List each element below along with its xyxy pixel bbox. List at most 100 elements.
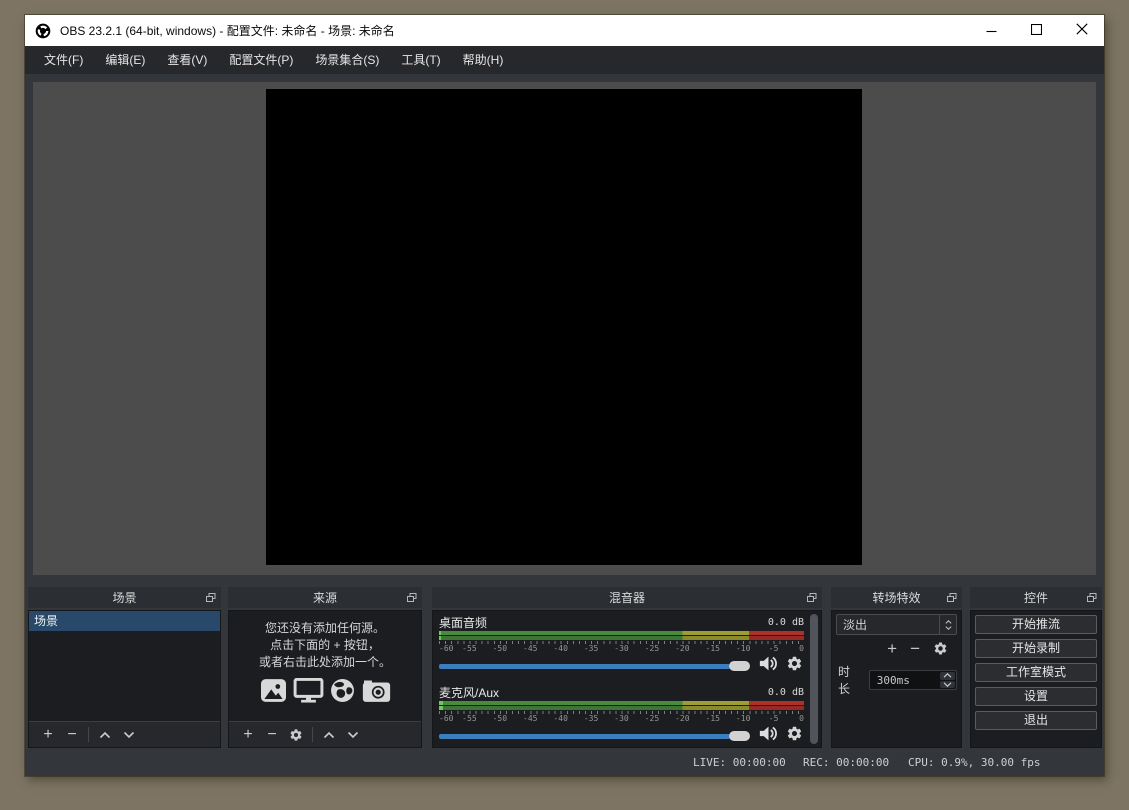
channel-name: 桌面音频	[439, 614, 768, 631]
title-bar[interactable]: OBS 23.2.1 (64-bit, windows) - 配置文件: 未命名…	[25, 15, 1104, 46]
menu-view[interactable]: 查看(V)	[156, 46, 218, 74]
menu-tools[interactable]: 工具(T)	[390, 46, 451, 74]
volume-slider[interactable]	[439, 655, 750, 677]
transition-select[interactable]: 淡出	[836, 614, 957, 635]
transitions-float-button[interactable]	[946, 592, 958, 603]
mixer-panel-header[interactable]: 混音器	[432, 587, 822, 608]
image-source-icon	[259, 678, 288, 708]
duration-value[interactable]: 300ms	[870, 671, 939, 689]
volume-meter	[439, 631, 804, 640]
volume-slider-handle[interactable]	[729, 731, 750, 741]
add-source-button[interactable]: +	[236, 722, 260, 747]
volume-meter	[439, 701, 804, 710]
camera-source-icon	[361, 678, 392, 708]
mixer-channel-desktop-audio: 桌面音频 0.0 dB -60-55-50-45-40-35-30-25-20-…	[439, 614, 804, 677]
transition-properties-button[interactable]	[933, 639, 948, 659]
scene-list-item-selected[interactable]: 场景	[29, 611, 220, 631]
volume-slider-fill	[439, 734, 730, 739]
menu-scene-collection[interactable]: 场景集合(S)	[304, 46, 390, 74]
menu-profile[interactable]: 配置文件(P)	[218, 46, 304, 74]
duration-increase-button[interactable]	[940, 672, 955, 680]
sources-toolbar: + −	[229, 721, 421, 747]
channel-settings-button[interactable]	[785, 725, 804, 747]
mixer-channel-mic-aux: 麦克风/Aux 0.0 dB -60-55-50-45-40-35-30-25-…	[439, 684, 804, 747]
duration-label: 时长	[838, 663, 862, 697]
add-transition-button[interactable]: +	[887, 639, 897, 659]
menu-edit[interactable]: 编辑(E)	[94, 46, 156, 74]
add-scene-button[interactable]: +	[36, 722, 60, 747]
obs-logo-icon	[35, 23, 51, 39]
chevron-up-icon	[943, 673, 952, 678]
sources-empty-area[interactable]: 您还没有添加任何源。 点击下面的 + 按钮， 或者右击此处添加一个。	[229, 611, 421, 721]
maximize-icon	[1031, 22, 1042, 40]
scene-move-up-button[interactable]	[93, 722, 117, 747]
menu-file[interactable]: 文件(F)	[33, 46, 94, 74]
chevron-up-icon	[945, 620, 952, 624]
scenes-toolbar: + −	[29, 721, 220, 747]
volume-slider-fill	[439, 664, 730, 669]
mute-button[interactable]	[756, 654, 780, 678]
sources-empty-text: 您还没有添加任何源。	[265, 620, 385, 637]
start-recording-button[interactable]: 开始录制	[975, 639, 1097, 658]
transitions-panel-header[interactable]: 转场特效	[831, 587, 962, 608]
remove-scene-button[interactable]: −	[60, 722, 84, 747]
scenes-panel-header[interactable]: 场景	[28, 587, 221, 608]
meter-scale-labels: -60-55-50-45-40-35-30-25-20-15-10-50	[439, 644, 804, 653]
mixer-panel-title: 混音器	[609, 589, 645, 606]
scene-move-down-button[interactable]	[117, 722, 141, 747]
channel-settings-button[interactable]	[785, 655, 804, 677]
meter-scale-labels: -60-55-50-45-40-35-30-25-20-15-10-50	[439, 714, 804, 723]
menu-bar: 文件(F) 编辑(E) 查看(V) 配置文件(P) 场景集合(S) 工具(T) …	[25, 46, 1104, 74]
status-bar: LIVE: 00:00:00 REC: 00:00:00 CPU: 0.9%, …	[25, 750, 1104, 776]
sources-empty-text: 点击下面的 + 按钮，	[270, 637, 380, 654]
scenes-panel-title: 场景	[112, 589, 136, 606]
exit-button[interactable]: 退出	[975, 711, 1097, 730]
browser-source-icon	[329, 678, 356, 708]
volume-slider-handle[interactable]	[729, 661, 750, 671]
duration-decrease-button[interactable]	[940, 681, 955, 689]
studio-mode-button[interactable]: 工作室模式	[975, 663, 1097, 682]
remove-transition-button[interactable]: −	[910, 639, 920, 659]
mixer-scrollbar[interactable]	[810, 614, 818, 744]
sources-float-button[interactable]	[406, 592, 418, 603]
source-move-down-button[interactable]	[341, 722, 365, 747]
preview-canvas[interactable]	[266, 89, 862, 565]
menu-help[interactable]: 帮助(H)	[452, 46, 515, 74]
sources-empty-text: 或者右击此处添加一个。	[259, 654, 391, 671]
channel-name: 麦克风/Aux	[439, 684, 768, 701]
close-button[interactable]	[1059, 15, 1104, 46]
chevron-down-icon	[943, 682, 952, 687]
controls-float-button[interactable]	[1086, 592, 1098, 603]
desktop: OBS 23.2.1 (64-bit, windows) - 配置文件: 未命名…	[0, 0, 1129, 810]
rec-time: REC: 00:00:00	[803, 756, 889, 769]
transition-select-spinner[interactable]	[939, 615, 956, 634]
mixer-float-button[interactable]	[806, 592, 818, 603]
sources-panel: 来源 您还没有添加任何源。 点击下面的 + 按钮， 或者右击此处添加一个。	[228, 587, 422, 748]
duration-spinbox[interactable]: 300ms	[869, 670, 957, 690]
source-move-up-button[interactable]	[317, 722, 341, 747]
cpu-fps-stats: CPU: 0.9%, 30.00 fps	[908, 756, 1040, 769]
maximize-button[interactable]	[1014, 15, 1059, 46]
settings-button[interactable]: 设置	[975, 687, 1097, 706]
controls-panel: 控件 开始推流 开始录制 工作室模式 设置 退出	[970, 587, 1102, 748]
toolbar-separator	[312, 727, 313, 742]
scene-list[interactable]: 场景	[29, 611, 220, 721]
scenes-float-button[interactable]	[205, 592, 217, 603]
chevron-down-icon	[945, 626, 952, 630]
mute-button[interactable]	[756, 724, 780, 748]
sources-panel-title: 来源	[313, 589, 337, 606]
start-streaming-button[interactable]: 开始推流	[975, 615, 1097, 634]
minimize-button[interactable]	[969, 15, 1014, 46]
toolbar-separator	[88, 727, 89, 742]
channel-level-db: 0.0 dB	[768, 687, 804, 698]
mixer-panel: 混音器 桌面音频 0.0 dB -60-55-50-45-40-35-30-25…	[432, 587, 822, 748]
channel-level-db: 0.0 dB	[768, 617, 804, 628]
display-capture-icon	[293, 678, 324, 708]
minimize-icon	[986, 22, 997, 40]
volume-slider[interactable]	[439, 725, 750, 747]
transitions-panel-title: 转场特效	[872, 589, 920, 606]
remove-source-button[interactable]: −	[260, 722, 284, 747]
controls-panel-header[interactable]: 控件	[970, 587, 1102, 608]
sources-panel-header[interactable]: 来源	[228, 587, 422, 608]
source-properties-button[interactable]	[284, 722, 308, 747]
